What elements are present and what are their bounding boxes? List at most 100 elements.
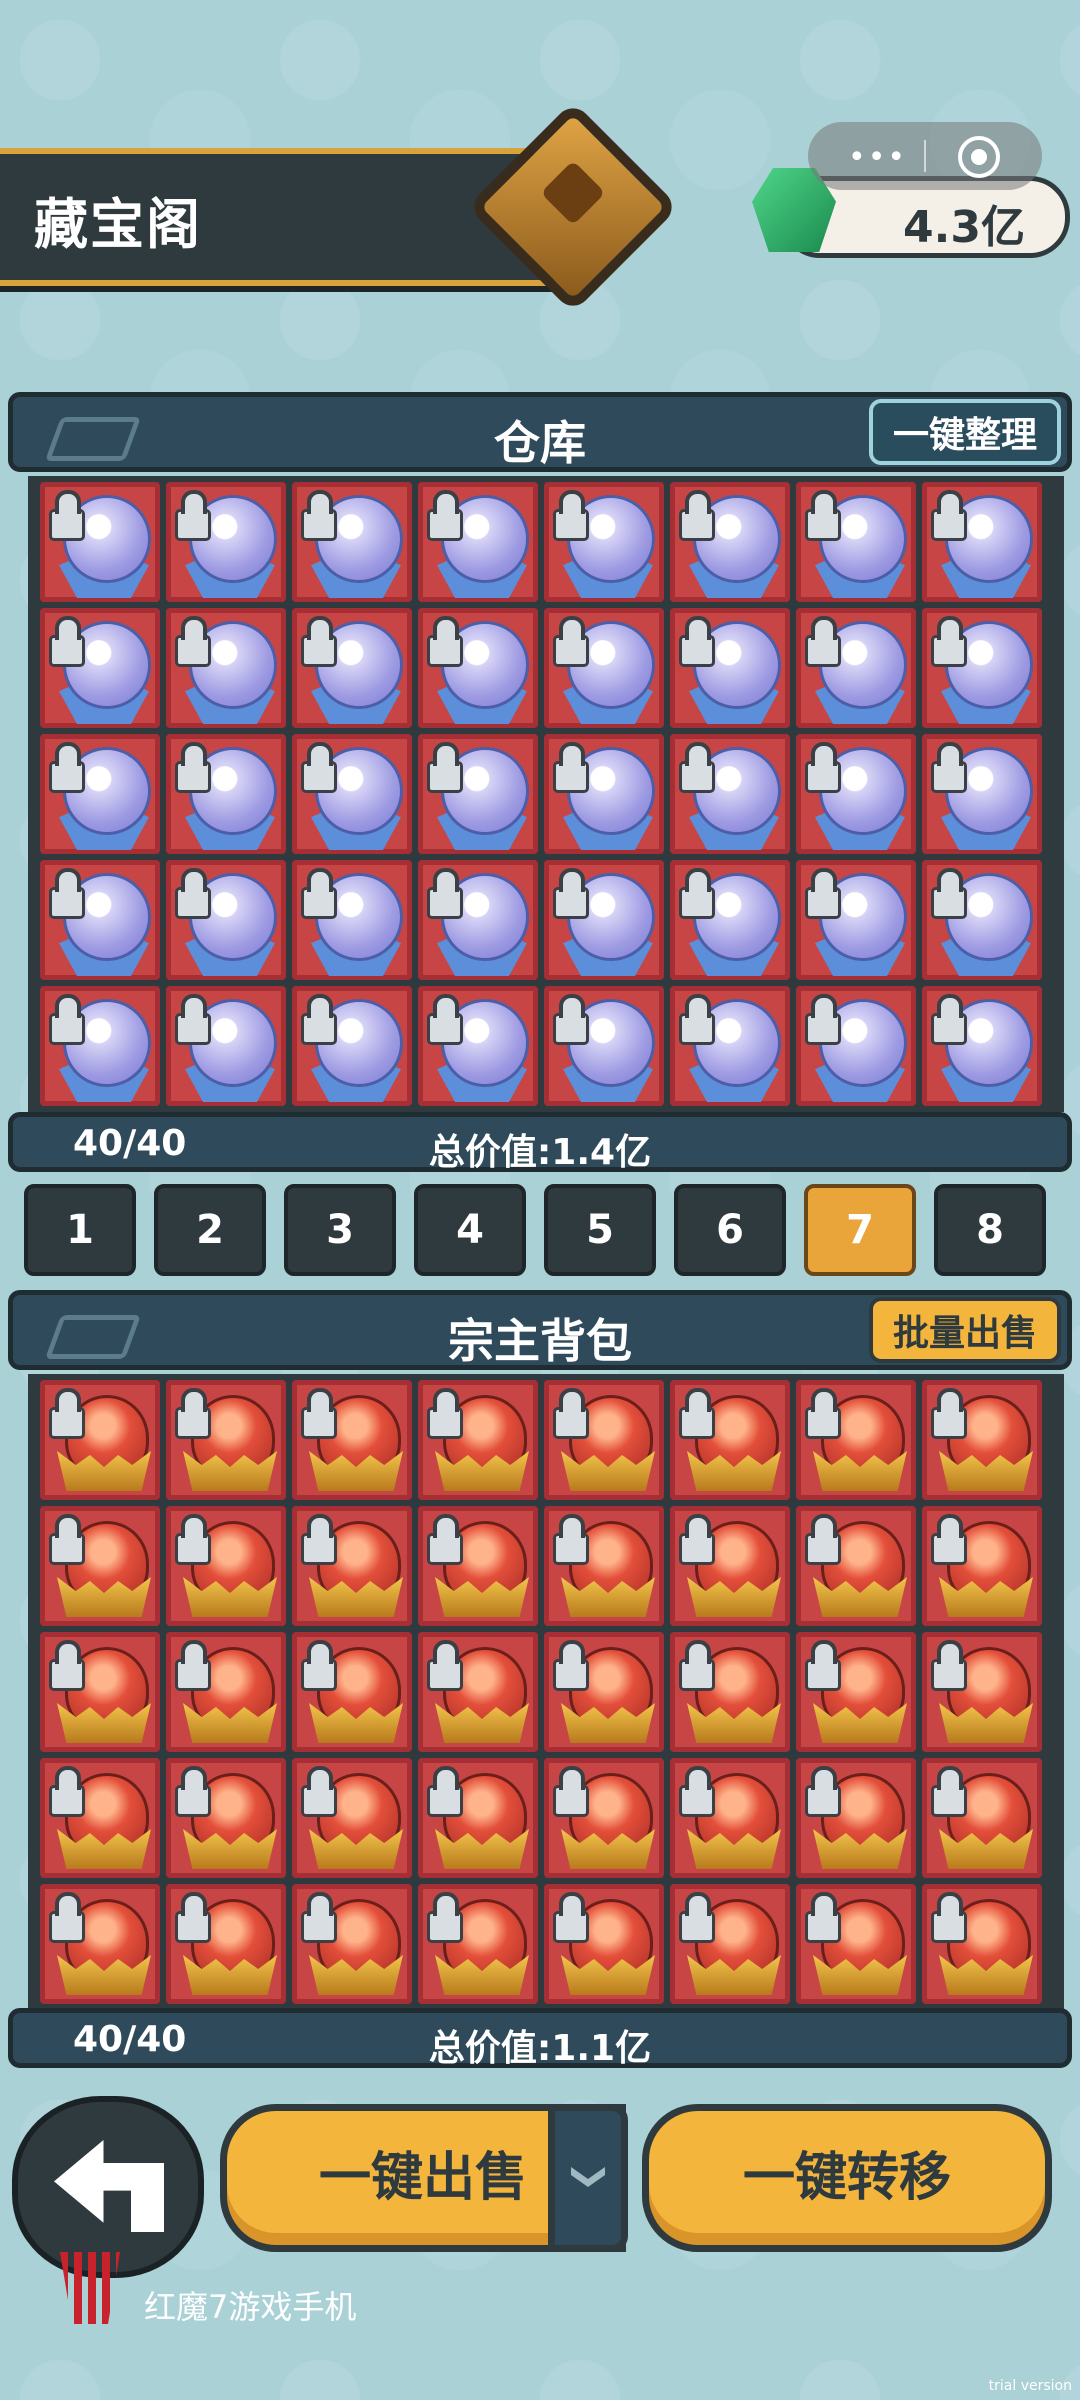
more-icon[interactable]: ••• [848, 140, 907, 175]
inventory-slot[interactable] [796, 1506, 916, 1626]
organize-button[interactable]: 一键整理 [868, 399, 1061, 465]
inventory-slot[interactable] [166, 860, 286, 980]
inventory-slot[interactable] [40, 608, 160, 728]
inventory-slot[interactable] [796, 1884, 916, 2004]
inventory-slot[interactable] [544, 986, 664, 1106]
inventory-slot[interactable] [796, 1758, 916, 1878]
capsule-menu[interactable]: ••• [808, 122, 1042, 190]
inventory-slot[interactable] [292, 860, 412, 980]
inventory-slot[interactable] [922, 482, 1042, 602]
inventory-slot[interactable] [922, 1506, 1042, 1626]
inventory-slot[interactable] [544, 608, 664, 728]
inventory-slot[interactable] [166, 608, 286, 728]
inventory-slot[interactable] [670, 1884, 790, 2004]
inventory-slot[interactable] [292, 482, 412, 602]
inventory-slot[interactable] [670, 608, 790, 728]
inventory-slot[interactable] [292, 1506, 412, 1626]
inventory-slot[interactable] [292, 608, 412, 728]
page-tab-7[interactable]: 7 [804, 1184, 916, 1276]
inventory-slot[interactable] [544, 1506, 664, 1626]
inventory-slot[interactable] [166, 1380, 286, 1500]
inventory-slot[interactable] [670, 860, 790, 980]
inventory-slot[interactable] [544, 1884, 664, 2004]
inventory-slot[interactable] [670, 482, 790, 602]
inventory-slot[interactable] [40, 1884, 160, 2004]
inventory-slot[interactable] [544, 482, 664, 602]
inventory-slot[interactable] [292, 986, 412, 1106]
inventory-slot[interactable] [166, 1884, 286, 2004]
inventory-slot[interactable] [796, 608, 916, 728]
inventory-slot[interactable] [670, 1380, 790, 1500]
inventory-slot[interactable] [292, 1758, 412, 1878]
inventory-slot[interactable] [922, 1380, 1042, 1500]
inventory-slot[interactable] [544, 1380, 664, 1500]
inventory-slot[interactable] [796, 860, 916, 980]
inventory-slot[interactable] [796, 1380, 916, 1500]
inventory-slot[interactable] [418, 1884, 538, 2004]
inventory-slot[interactable] [292, 1632, 412, 1752]
lock-icon [301, 1766, 337, 1817]
inventory-slot[interactable] [670, 734, 790, 854]
inventory-slot[interactable] [922, 1884, 1042, 2004]
inventory-slot[interactable] [670, 1758, 790, 1878]
inventory-slot[interactable] [418, 1506, 538, 1626]
inventory-slot[interactable] [796, 482, 916, 602]
inventory-slot[interactable] [418, 860, 538, 980]
inventory-slot[interactable] [796, 734, 916, 854]
inventory-slot[interactable] [292, 1380, 412, 1500]
inventory-slot[interactable] [796, 986, 916, 1106]
page-tab-5[interactable]: 5 [544, 1184, 656, 1276]
sell-options-dropdown[interactable] [548, 2104, 628, 2252]
transfer-all-button[interactable]: 一键转移 [642, 2104, 1052, 2252]
inventory-slot[interactable] [544, 1632, 664, 1752]
inventory-slot[interactable] [922, 734, 1042, 854]
inventory-slot[interactable] [40, 1506, 160, 1626]
inventory-slot[interactable] [166, 1632, 286, 1752]
inventory-slot[interactable] [166, 1758, 286, 1878]
inventory-slot[interactable] [922, 608, 1042, 728]
inventory-slot[interactable] [40, 1758, 160, 1878]
lock-icon [553, 1388, 589, 1439]
inventory-slot[interactable] [40, 1380, 160, 1500]
page-tab-3[interactable]: 3 [284, 1184, 396, 1276]
page-tab-2[interactable]: 2 [154, 1184, 266, 1276]
inventory-slot[interactable] [418, 734, 538, 854]
lock-icon [49, 994, 85, 1045]
inventory-slot[interactable] [40, 860, 160, 980]
inventory-slot[interactable] [166, 986, 286, 1106]
inventory-slot[interactable] [922, 860, 1042, 980]
inventory-slot[interactable] [418, 1632, 538, 1752]
inventory-slot[interactable] [292, 1884, 412, 2004]
inventory-slot[interactable] [544, 1758, 664, 1878]
inventory-slot[interactable] [418, 1380, 538, 1500]
page-tab-1[interactable]: 1 [24, 1184, 136, 1276]
page-tab-6[interactable]: 6 [674, 1184, 786, 1276]
lock-icon [805, 1892, 841, 1943]
inventory-slot[interactable] [922, 1632, 1042, 1752]
inventory-slot[interactable] [166, 482, 286, 602]
inventory-slot[interactable] [418, 608, 538, 728]
inventory-slot[interactable] [40, 482, 160, 602]
inventory-slot[interactable] [418, 986, 538, 1106]
inventory-slot[interactable] [40, 1632, 160, 1752]
batch-sell-button[interactable]: 批量出售 [868, 1297, 1061, 1363]
inventory-slot[interactable] [544, 734, 664, 854]
page-tab-8[interactable]: 8 [934, 1184, 1046, 1276]
inventory-slot[interactable] [166, 734, 286, 854]
inventory-slot[interactable] [418, 1758, 538, 1878]
inventory-slot[interactable] [418, 482, 538, 602]
inventory-slot[interactable] [544, 860, 664, 980]
inventory-slot[interactable] [922, 986, 1042, 1106]
inventory-slot[interactable] [40, 734, 160, 854]
inventory-slot[interactable] [40, 986, 160, 1106]
back-button[interactable] [12, 2096, 204, 2278]
inventory-slot[interactable] [796, 1632, 916, 1752]
close-target-icon[interactable] [958, 136, 1000, 178]
inventory-slot[interactable] [670, 986, 790, 1106]
inventory-slot[interactable] [292, 734, 412, 854]
inventory-slot[interactable] [166, 1506, 286, 1626]
page-tab-4[interactable]: 4 [414, 1184, 526, 1276]
inventory-slot[interactable] [922, 1758, 1042, 1878]
inventory-slot[interactable] [670, 1632, 790, 1752]
inventory-slot[interactable] [670, 1506, 790, 1626]
